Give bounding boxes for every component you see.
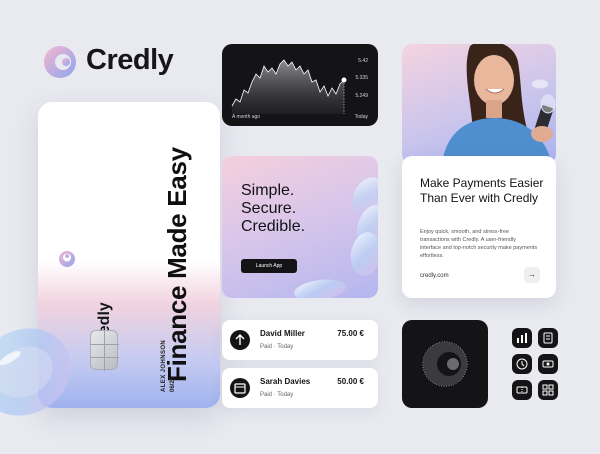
clock-icon[interactable] — [512, 354, 532, 374]
transaction-name: David Miller — [260, 329, 305, 338]
credly-logo-icon — [44, 46, 76, 78]
transaction-name: Sarah Davies — [260, 377, 311, 386]
slogan-line: Secure. — [241, 200, 297, 217]
slogan-text: Simple. Secure. Credible. — [241, 182, 305, 236]
promo-title: Make Payments Easier Than Ever with Cred… — [420, 176, 544, 205]
cash-icon[interactable] — [538, 354, 558, 374]
grid-icon[interactable] — [538, 380, 558, 400]
logo-tile — [402, 320, 488, 408]
slogan-line: Credible. — [241, 218, 306, 235]
glass-ring-decoration — [0, 328, 71, 416]
arrow-up-icon — [230, 330, 250, 350]
transaction-amount: 50.00 € — [337, 377, 364, 386]
slogan-card: Simple. Secure. Credible. Launch App — [222, 156, 378, 298]
card-expiry: 06/25 — [170, 376, 176, 392]
person-with-phone-image — [442, 44, 556, 164]
launch-app-button[interactable]: Launch App — [241, 259, 297, 273]
transaction-status: Paid · Today — [260, 344, 294, 350]
card-chip — [90, 330, 119, 371]
document-icon[interactable] — [538, 328, 558, 348]
promo-link[interactable]: credly.com — [420, 273, 449, 279]
card-logo-icon — [59, 251, 75, 267]
ticket-icon[interactable] — [512, 380, 532, 400]
y-tick-label: 5.335 — [355, 75, 368, 81]
user-photo — [402, 44, 556, 164]
calendar-icon — [230, 378, 250, 398]
transaction-status: Paid · Today — [260, 392, 294, 398]
credly-mark-icon — [422, 341, 468, 387]
slogan-line: Simple. — [241, 182, 295, 199]
price-area — [232, 60, 344, 114]
price-chart-card: 5.42 5.335 5.249 A month ago Today — [222, 44, 378, 126]
transaction-row[interactable]: Sarah Davies Paid · Today 50.00 € — [222, 368, 378, 408]
transaction-amount: 75.00 € — [337, 329, 364, 338]
y-tick-label: 5.42 — [358, 58, 368, 64]
arrow-right-icon[interactable]: → — [524, 267, 540, 283]
brand-name: Credly — [86, 44, 174, 76]
promo-card: Make Payments Easier Than Ever with Cred… — [402, 156, 556, 298]
card-holder-name: ALEX JOHNSON — [161, 339, 167, 392]
x-start-label: A month ago — [232, 114, 261, 120]
chart-icon[interactable] — [512, 328, 532, 348]
x-end-label: Today — [354, 114, 368, 120]
promo-description: Enjoy quick, smooth, and stress-free tra… — [420, 229, 538, 259]
y-tick-label: 5.249 — [355, 93, 368, 99]
transaction-row[interactable]: David Miller Paid · Today 75.00 € — [222, 320, 378, 360]
